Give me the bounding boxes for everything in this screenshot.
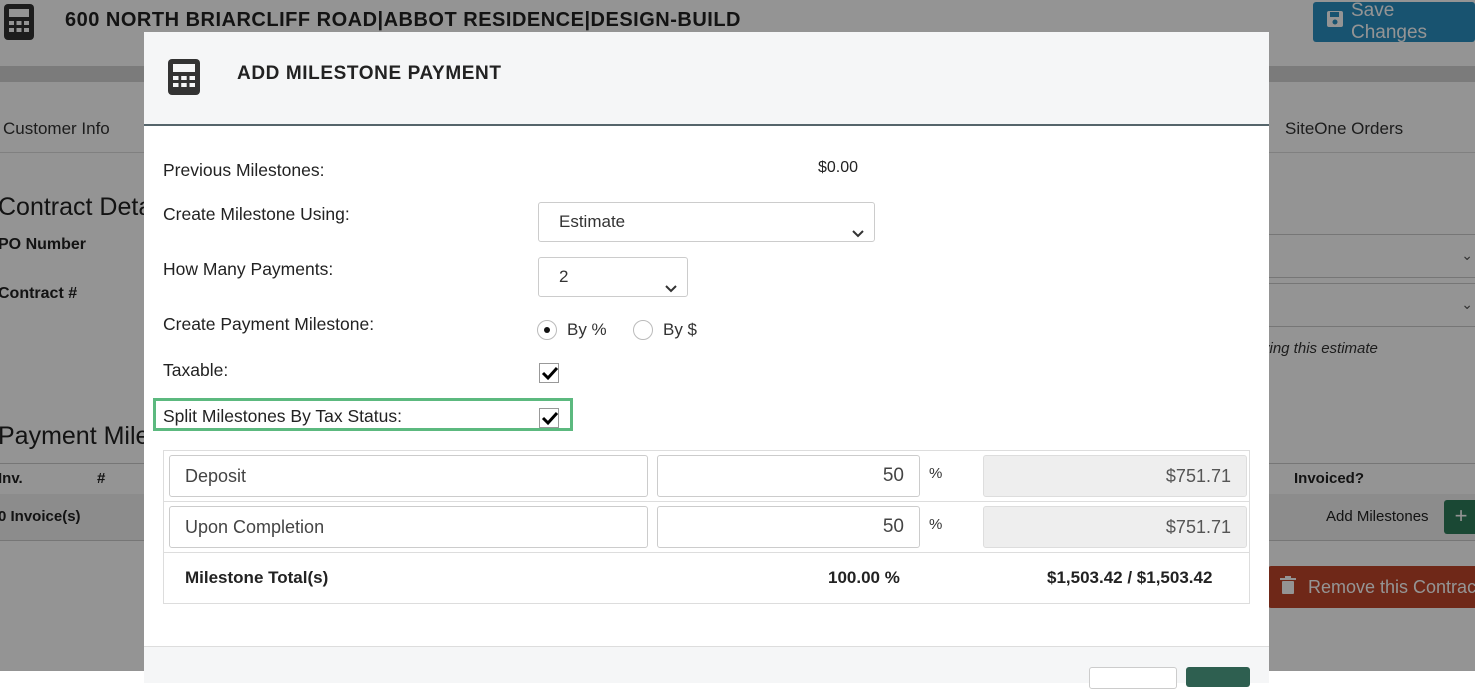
checkmark-icon xyxy=(541,366,559,381)
radio-by-dollar-label: By $ xyxy=(663,320,698,339)
modal-footer xyxy=(144,646,1269,689)
submit-button[interactable] xyxy=(1186,667,1250,687)
split-milestones-checkbox[interactable] xyxy=(539,408,559,428)
milestone-row: Upon Completion 50 % $751.71 xyxy=(164,502,1249,553)
radio-by-dollar[interactable]: By $ xyxy=(633,320,697,340)
radio-button-selected[interactable] xyxy=(537,320,557,340)
previous-milestones-label: Previous Milestones: xyxy=(163,160,325,180)
milestones-table: Deposit 50 % $751.71 Upon Completion 50 … xyxy=(163,450,1250,604)
chevron-down-icon xyxy=(852,216,864,254)
milestone-name-input[interactable]: Deposit xyxy=(169,455,648,497)
taxable-checkbox[interactable] xyxy=(539,363,559,383)
percent-symbol: % xyxy=(929,516,943,533)
milestone-percent-input[interactable]: 50 xyxy=(657,455,920,497)
how-many-payments-select[interactable]: 2 xyxy=(538,257,688,297)
radio-button[interactable] xyxy=(633,320,653,340)
how-many-payments-label: How Many Payments: xyxy=(163,259,334,279)
modal-title: ADD MILESTONE PAYMENT xyxy=(237,63,502,84)
create-using-value: Estimate xyxy=(559,212,626,231)
calculator-icon xyxy=(168,59,200,100)
milestone-total-percent: 100.00 % xyxy=(828,568,900,587)
milestone-total-row: Milestone Total(s) 100.00 % $1,503.42 / … xyxy=(164,553,1249,603)
milestone-amount: $751.71 xyxy=(983,455,1247,497)
milestone-total-label: Milestone Total(s) xyxy=(185,568,329,587)
milestone-percent-input[interactable]: 50 xyxy=(657,506,920,548)
modal-header: ADD MILESTONE PAYMENT xyxy=(144,32,1269,126)
percent-symbol: % xyxy=(929,465,943,482)
taxable-label: Taxable: xyxy=(163,360,229,380)
milestone-row: Deposit 50 % $751.71 xyxy=(164,451,1249,502)
radio-by-percent-label: By % xyxy=(567,320,607,339)
cancel-button[interactable] xyxy=(1089,667,1177,689)
checkmark-icon xyxy=(541,411,559,426)
how-many-payments-value: 2 xyxy=(559,267,569,286)
create-using-label: Create Milestone Using: xyxy=(163,204,350,224)
radio-by-percent[interactable]: By % xyxy=(537,320,607,340)
create-using-select[interactable]: Estimate xyxy=(538,202,875,242)
chevron-down-icon xyxy=(665,271,677,309)
add-milestone-modal: ADD MILESTONE PAYMENT Previous Milestone… xyxy=(144,32,1269,689)
milestone-amount: $751.71 xyxy=(983,506,1247,548)
create-payment-milestone-label: Create Payment Milestone: xyxy=(163,314,375,334)
split-milestones-label: Split Milestones By Tax Status: xyxy=(163,406,402,426)
previous-milestones-value: $0.00 xyxy=(818,159,859,176)
milestone-name-input[interactable]: Upon Completion xyxy=(169,506,648,548)
milestone-total-amount: $1,503.42 / $1,503.42 xyxy=(1047,568,1213,587)
